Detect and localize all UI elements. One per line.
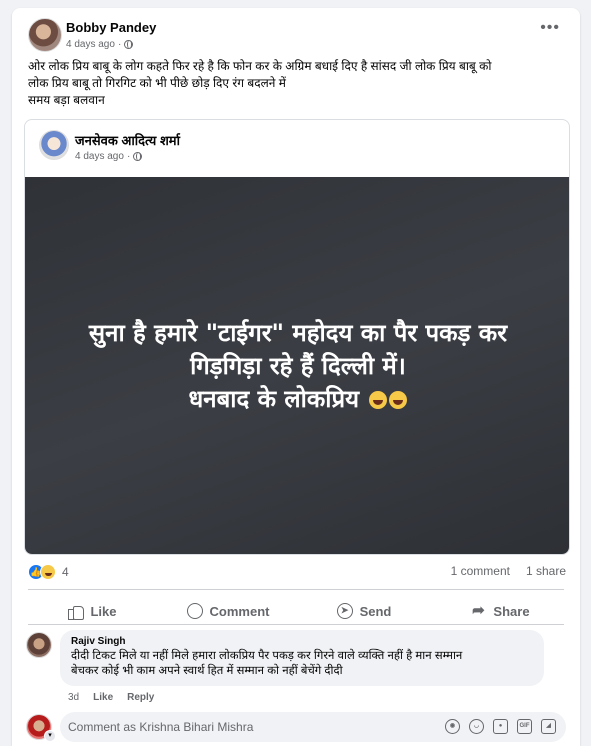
- shared-post-meta: 4 days ago ·: [75, 151, 143, 162]
- comment-reply-button[interactable]: Reply: [127, 692, 154, 703]
- comment-age[interactable]: 3d: [68, 692, 79, 703]
- author-avatar[interactable]: [28, 18, 62, 52]
- share-button[interactable]: ➦ Share: [432, 595, 568, 627]
- post-card: Bobby Pandey 4 days ago · ••• ओर लोक प्र…: [12, 8, 580, 746]
- divider: [28, 624, 564, 625]
- reaction-count: 4: [62, 565, 69, 579]
- send-label: Send: [359, 603, 392, 619]
- comment-button[interactable]: Comment: [160, 595, 296, 627]
- image-text: सुना है हमारे "टाईगर" महोदय का पैर पकड़ …: [89, 317, 507, 416]
- post-meta: 4 days ago ·: [66, 39, 134, 50]
- thumbs-up-icon: [67, 603, 85, 620]
- shared-post[interactable]: जनसेवक आदित्य शर्मा 4 days ago · सुना है…: [24, 119, 570, 555]
- more-options-button[interactable]: •••: [540, 20, 560, 36]
- like-button[interactable]: Like: [24, 595, 160, 627]
- gif-icon[interactable]: GIF: [517, 719, 532, 734]
- post-text: ओर लोक प्रिय बाबू के लोग कहते फिर रहे है…: [28, 59, 492, 107]
- comment-count[interactable]: 1 comment: [451, 564, 510, 578]
- share-arrow-icon: ➦: [472, 602, 485, 619]
- composer-tools: ◉ ◡ ● GIF ◢: [445, 719, 556, 734]
- shared-author-name[interactable]: जनसेवक आदित्य शर्मा: [75, 131, 180, 149]
- comment-text: दीदी टिकट मिले या नहीं मिले हमारा लोकप्र…: [71, 650, 463, 677]
- haha-reaction-icon: [40, 564, 56, 580]
- post-image[interactable]: सुना है हमारे "टाईगर" महोदय का पैर पकड़ …: [25, 177, 569, 554]
- rolling-laughing-emoji-icon: [369, 390, 388, 409]
- dot-separator: ·: [126, 151, 131, 162]
- post-time[interactable]: 4 days ago: [66, 39, 115, 50]
- comment-meta: 3d Like Reply: [68, 692, 154, 703]
- author-name[interactable]: Bobby Pandey: [66, 20, 156, 35]
- emoji-icon[interactable]: ◡: [469, 719, 484, 734]
- shared-post-time[interactable]: 4 days ago: [75, 151, 124, 162]
- commenter-name[interactable]: Rajiv Singh: [71, 636, 532, 647]
- camera-icon[interactable]: ●: [493, 719, 508, 734]
- sticker-icon[interactable]: ◢: [541, 719, 556, 734]
- send-button[interactable]: ➤ Send: [296, 595, 432, 627]
- engagement-counts: 1 comment 1 share: [451, 564, 566, 578]
- chevron-down-icon[interactable]: ▾: [44, 730, 56, 742]
- comment-bubble-icon: [186, 603, 203, 619]
- comment-composer: ◉ ◡ ● GIF ◢: [60, 712, 566, 742]
- reaction-summary[interactable]: 👍 4: [28, 564, 69, 580]
- rolling-laughing-emoji-icon: [389, 390, 408, 409]
- like-label: Like: [90, 603, 117, 619]
- avatar-sticker-icon[interactable]: ◉: [445, 719, 460, 734]
- shared-author-avatar[interactable]: [39, 130, 69, 160]
- comment-like-button[interactable]: Like: [93, 692, 113, 703]
- share-count[interactable]: 1 share: [526, 564, 566, 578]
- comment-input[interactable]: [68, 712, 448, 742]
- globe-icon: [133, 152, 143, 161]
- commenter-avatar[interactable]: [26, 632, 52, 658]
- share-label: Share: [493, 603, 530, 619]
- dot-separator: ·: [117, 39, 122, 50]
- comment-label: Comment: [209, 603, 270, 619]
- comment-bubble: Rajiv Singh दीदी टिकट मिले या नहीं मिले …: [60, 630, 544, 686]
- action-bar: Like Comment ➤ Send ➦ Share: [24, 595, 568, 627]
- image-caption: सुना है हमारे "टाईगर" महोदय का पैर पकड़ …: [88, 318, 508, 413]
- divider: [28, 589, 564, 590]
- messenger-icon: ➤: [336, 603, 353, 619]
- globe-icon: [124, 40, 134, 49]
